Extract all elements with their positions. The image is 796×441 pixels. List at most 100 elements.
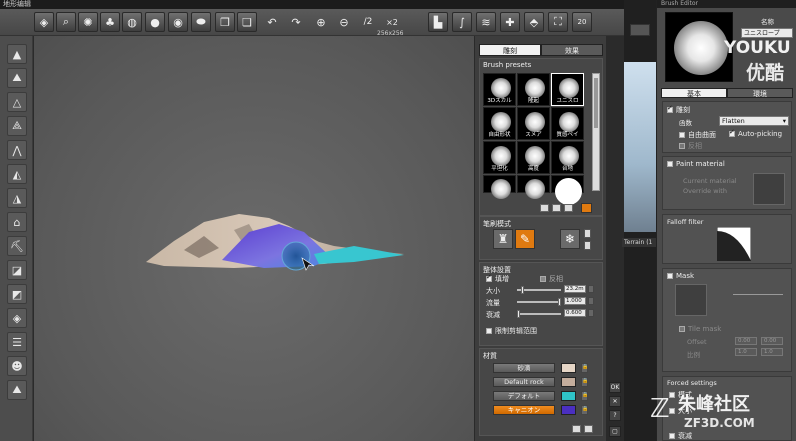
material-button-sand[interactable]: 砂滴 [493, 363, 555, 373]
override-material-swatch[interactable] [753, 173, 785, 205]
mode-option-icon[interactable] [584, 229, 591, 238]
material-swatch[interactable] [561, 377, 576, 387]
tab-environment[interactable]: 環境 [727, 88, 793, 98]
brush-name-field[interactable]: ユニスロープ [741, 28, 793, 38]
hill-tool-icon[interactable]: ◭ [7, 164, 27, 184]
zoom-icon[interactable]: ⌕ [56, 12, 76, 32]
sun-icon[interactable]: ✺ [78, 12, 98, 32]
zoom-in-icon[interactable]: ⊕ [311, 12, 331, 32]
offset-x-input[interactable]: 0.00 [735, 337, 757, 345]
brush-preset[interactable]: 質感ペイ [551, 107, 584, 140]
brush-preset[interactable] [551, 175, 584, 205]
tile-mask-checkbox-row[interactable]: Tile mask [679, 325, 721, 333]
half-resolution-button[interactable]: /2 [358, 12, 378, 32]
material-swatch[interactable] [561, 363, 576, 373]
brush-preset-selected[interactable]: ユニスロ [551, 73, 584, 106]
tree-icon[interactable]: ♣ [100, 12, 120, 32]
flow-slider[interactable] [517, 298, 561, 306]
mask-checkbox-row[interactable]: Mask [667, 272, 694, 280]
globe-icon[interactable]: ◍ [122, 12, 142, 32]
brush-preset[interactable] [517, 175, 550, 199]
brush-preset[interactable]: 3Dスカル [483, 73, 516, 106]
delete-preset-icon[interactable] [564, 204, 573, 212]
material-button-canyon[interactable]: キャニオン [493, 405, 555, 415]
histogram-icon[interactable]: ▙ [428, 12, 448, 32]
brush-preset[interactable] [483, 175, 516, 199]
flow-value[interactable]: 1.000 [564, 297, 586, 305]
add-effect-icon[interactable]: ✚ [500, 12, 520, 32]
lock-icon[interactable]: 🔒 [581, 405, 588, 415]
page-icon[interactable]: ▢ [609, 426, 621, 437]
tab-sculpt[interactable]: 雕刻 [479, 44, 541, 56]
material-settings-icon[interactable] [584, 425, 593, 433]
edit-preset-icon[interactable] [581, 203, 592, 213]
mountain-tool-icon[interactable]: ▲ [7, 44, 27, 64]
tab-basic[interactable]: 基本 [661, 88, 727, 98]
crater-tool-icon[interactable]: ◈ [7, 308, 27, 328]
preset-scrollbar[interactable] [592, 73, 600, 191]
rock-tool-icon[interactable]: ⛏ [7, 236, 27, 256]
background-toolbar-icon[interactable] [630, 24, 650, 36]
terrain-layer-tab[interactable]: Terrain (1 [622, 238, 656, 247]
ratio-x-input[interactable]: 1.0 [735, 348, 757, 356]
close-button[interactable]: ✕ [609, 396, 621, 407]
lock-icon[interactable]: 🔒 [581, 363, 588, 373]
flow-spinner[interactable] [588, 297, 594, 305]
material-swatch[interactable] [561, 391, 576, 401]
slope-tool-icon[interactable]: ◮ [7, 188, 27, 208]
sculpt-checkbox-row[interactable]: 雕刻 [667, 104, 690, 115]
lock-icon[interactable]: 🔒 [581, 377, 588, 387]
view-icon[interactable]: ◈ [34, 12, 54, 32]
mask-image-slot[interactable] [675, 284, 707, 316]
canyon-tool-icon[interactable]: ◩ [7, 284, 27, 304]
double-resolution-button[interactable]: ×2 [382, 12, 402, 32]
autopicking-checkbox-row[interactable]: Auto-picking [729, 128, 782, 138]
brush-preset[interactable]: 隆起 [517, 73, 550, 106]
falloff-spinner[interactable] [588, 309, 594, 317]
ok-button[interactable]: OK [609, 382, 621, 393]
terrace-tool-icon[interactable]: ☰ [7, 332, 27, 352]
invert-checkbox-row[interactable]: 反相 [540, 274, 563, 284]
size-slider[interactable] [517, 286, 561, 294]
terrain-view-icon[interactable]: ⬬ [191, 12, 211, 32]
falloff-slider[interactable] [517, 310, 561, 318]
help-button[interactable]: ? [609, 410, 621, 421]
size-value[interactable]: 23.2m [564, 285, 586, 293]
current-material-radio[interactable]: Current material [683, 177, 737, 185]
copy-icon[interactable]: ❐ [215, 12, 235, 32]
mask-slider[interactable] [733, 294, 783, 295]
material-button-default[interactable]: デフォルト [493, 391, 555, 401]
brush-preset[interactable]: 自由形状 [483, 107, 516, 140]
raise-checkbox-row[interactable]: 填增 [486, 273, 509, 284]
mode-option-icon[interactable] [584, 241, 591, 250]
stamp-mode-icon[interactable]: ♜ [493, 229, 513, 249]
undo-icon[interactable]: ↶ [262, 12, 282, 32]
lock-icon[interactable]: 🔒 [581, 391, 588, 401]
sphere-icon[interactable]: ● [145, 12, 165, 32]
falloff-value[interactable]: 0.600 [564, 309, 586, 317]
material-button-default-rock[interactable]: Default rock [493, 377, 555, 387]
paint-mode-icon[interactable]: ✎ [515, 229, 535, 249]
portrait-tool-icon[interactable]: ☻ [7, 356, 27, 376]
dune-tool-icon[interactable]: ⌂ [7, 212, 27, 232]
paint-material-checkbox-row[interactable]: Paint material [667, 160, 725, 168]
free-surface-checkbox-row[interactable]: 自由曲面 [679, 130, 716, 140]
cliff-tool-icon[interactable]: ◪ [7, 260, 27, 280]
zoom-out-icon[interactable]: ⊖ [334, 12, 354, 32]
peak-tool-icon[interactable]: △ [7, 92, 27, 112]
add-material-icon[interactable] [572, 425, 581, 433]
curve-icon[interactable]: ∫ [452, 12, 472, 32]
brush-preset[interactable]: 高度 [517, 141, 550, 174]
erosion-tool-icon[interactable]: ⛰ [7, 68, 27, 88]
brush-preset[interactable]: 平坦化 [483, 141, 516, 174]
ridge-tool-icon[interactable]: ⋀ [7, 140, 27, 160]
terrain-viewport[interactable] [34, 36, 474, 441]
material-swatch[interactable] [561, 405, 576, 415]
new-preset-icon[interactable] [552, 204, 561, 212]
sharp-peak-tool-icon[interactable]: ⟁ [7, 116, 27, 136]
offset-y-input[interactable]: 0.00 [761, 337, 783, 345]
ratio-y-input[interactable]: 1.0 [761, 348, 783, 356]
brush-preset[interactable]: 台地 [551, 141, 584, 174]
tab-effects[interactable]: 效果 [541, 44, 603, 56]
limit-range-checkbox-row[interactable]: 限制剪辑范围 [486, 326, 537, 336]
